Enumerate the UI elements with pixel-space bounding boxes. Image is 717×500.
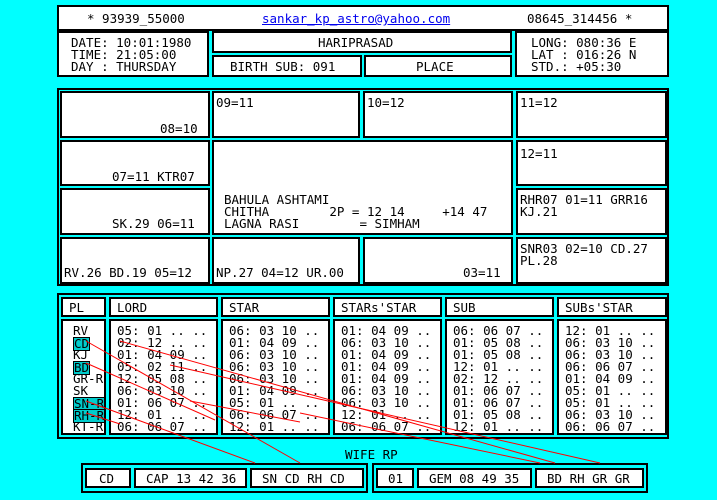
- col-header-starsstar: STARs'STAR: [333, 297, 442, 317]
- house-03: 03=11: [363, 237, 513, 284]
- wife-rp-left: CD CAP 13 42 36 SN CD RH CD: [81, 463, 368, 493]
- wife-rp-title: WIFE RP: [345, 447, 398, 462]
- header-right-id: 08645_314456 *: [527, 11, 633, 26]
- birth-details: DATE: 10:01:1980 TIME: 21:05:00 DAY : TH…: [57, 31, 669, 77]
- house-04: NP.27 04=12 UR.00: [212, 237, 360, 284]
- center-line-3: LAGNA RASI = SIMHAM: [224, 216, 420, 231]
- house-01: RHR07 01=11 GRR16 KJ.21: [516, 188, 667, 235]
- native-name-box: HARIPRASAD: [212, 31, 512, 53]
- house-03-text: 03=11: [463, 265, 501, 280]
- planet-cell: KT-R: [73, 419, 104, 434]
- place-label: PLACE: [416, 59, 454, 74]
- wife-rp-left-1: CD: [85, 468, 131, 488]
- house-09: 09=11: [212, 91, 360, 138]
- wife-rp-left-2: CAP 13 42 36: [134, 468, 247, 488]
- house-10: 10=12: [363, 91, 513, 138]
- header-bar: * 93939_55000 sankar_kp_astro@yahoo.com …: [57, 5, 669, 31]
- col-header-pl: PL: [61, 297, 106, 317]
- wife-rp-left-3: SN CD RH CD: [250, 468, 364, 488]
- col-star: 06: 03 10 .. 01: 04 09 .. 06: 03 10 .. 06: …: [221, 319, 330, 435]
- house-07: 07=11 KTR07: [60, 140, 210, 186]
- col-subsstar: 12: 01 .. .. 06: 03 10 .. 06: 03 10 .. 06: …: [557, 319, 667, 435]
- house-11: 11=12: [516, 91, 667, 138]
- wife-rp-right-3: BD RH GR GR: [535, 468, 644, 488]
- coords-box: LONG: 080:36 E LAT : 016:26 N STD.: +05:…: [515, 31, 669, 77]
- house-08-text: 08=10: [160, 121, 198, 136]
- chart-center: BAHULA ASHTAMI CHITHA 2P = 12 14 +14 47 …: [212, 140, 513, 235]
- col-pl: RV CD KJ BD GR-R SK SN-R RH-R KT-R: [61, 319, 106, 435]
- house-05: RV.26 BD.19 05=12: [60, 237, 210, 284]
- significator-table: PL LORD STAR STARs'STAR SUB SUBs'STAR RV…: [57, 293, 669, 439]
- place-box: PLACE: [364, 55, 512, 77]
- email-link[interactable]: sankar_kp_astro@yahoo.com: [262, 12, 450, 26]
- header-left-id: * 93939_55000: [87, 11, 185, 26]
- wife-rp-right-1: 01: [376, 468, 414, 488]
- house-06-text: SK.29 06=11: [112, 216, 195, 231]
- house-09-text: 09=11: [216, 95, 254, 110]
- house-02: SNR03 02=10 CD.27 PL.28: [516, 237, 667, 284]
- house-12: 12=11: [516, 140, 667, 186]
- col-header-sub: SUB: [445, 297, 554, 317]
- col-starsstar: 01: 04 09 .. 06: 03 10 .. 01: 04 09 .. 01: …: [333, 319, 442, 435]
- birth-day: DAY : THURSDAY: [71, 59, 177, 74]
- col-header-subsstar: SUBs'STAR: [557, 297, 667, 317]
- house-10-text: 10=12: [367, 95, 405, 110]
- wife-rp-right-2: GEM 08 49 35: [417, 468, 532, 488]
- house-05-text: RV.26 BD.19 05=12: [64, 265, 192, 280]
- house-02-line-2: PL.28: [520, 253, 558, 268]
- house-08: 08=10: [60, 91, 210, 138]
- lord-cell: 06: 06 07 ..: [117, 419, 208, 434]
- star-cell: 12: 01 .. ..: [229, 419, 320, 434]
- col-header-lord: LORD: [109, 297, 218, 317]
- col-header-star: STAR: [221, 297, 330, 317]
- house-07-text: 07=11 KTR07: [112, 169, 195, 184]
- birth-sub-box: BIRTH SUB: 091: [212, 55, 362, 77]
- native-name: HARIPRASAD: [318, 35, 394, 50]
- col-lord: 05: 01 .. .. 02: 12 .. .. 01: 04 09 .. 05: …: [109, 319, 218, 435]
- house-04-text: NP.27 04=12 UR.00: [216, 265, 344, 280]
- house-01-line-2: KJ.21: [520, 204, 558, 219]
- birth-sub: BIRTH SUB: 091: [230, 59, 336, 74]
- col-sub: 06: 06 07 .. 01: 05 08 .. 01: 05 08 .. 12: …: [445, 319, 554, 435]
- house-11-text: 11=12: [520, 95, 558, 110]
- std-offset: STD.: +05:30: [531, 59, 622, 74]
- house-06: SK.29 06=11: [60, 188, 210, 235]
- sub-cell: 12: 01 .. ..: [453, 419, 544, 434]
- house-12-text: 12=11: [520, 146, 558, 161]
- starsstar-cell: 06: 06 07 ..: [341, 419, 432, 434]
- wife-rp-right: 01 GEM 08 49 35 BD RH GR GR: [372, 463, 648, 493]
- subsstar-cell: 06: 06 07 ..: [565, 419, 656, 434]
- rasi-chart: 08=10 09=11 10=12 11=12 07=11 KTR07 BAHU…: [57, 88, 669, 286]
- birth-datetime-box: DATE: 10:01:1980 TIME: 21:05:00 DAY : TH…: [57, 31, 209, 77]
